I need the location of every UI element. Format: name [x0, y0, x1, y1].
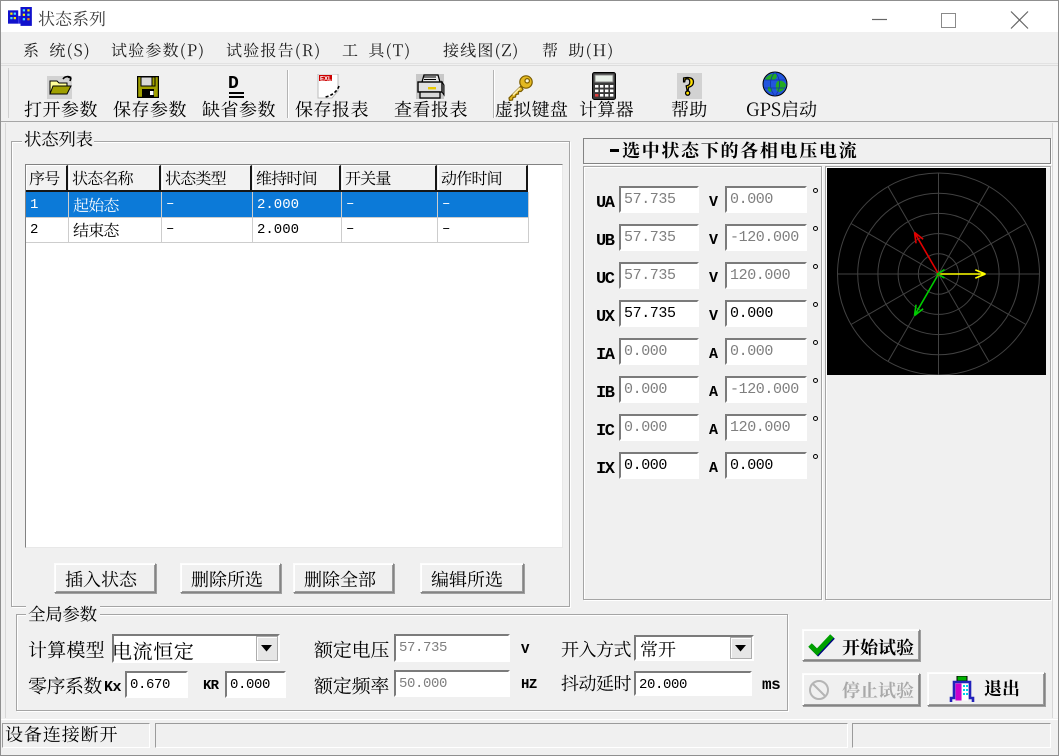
- svg-text:EXL: EXL: [320, 76, 332, 82]
- svg-text:?: ?: [682, 72, 695, 101]
